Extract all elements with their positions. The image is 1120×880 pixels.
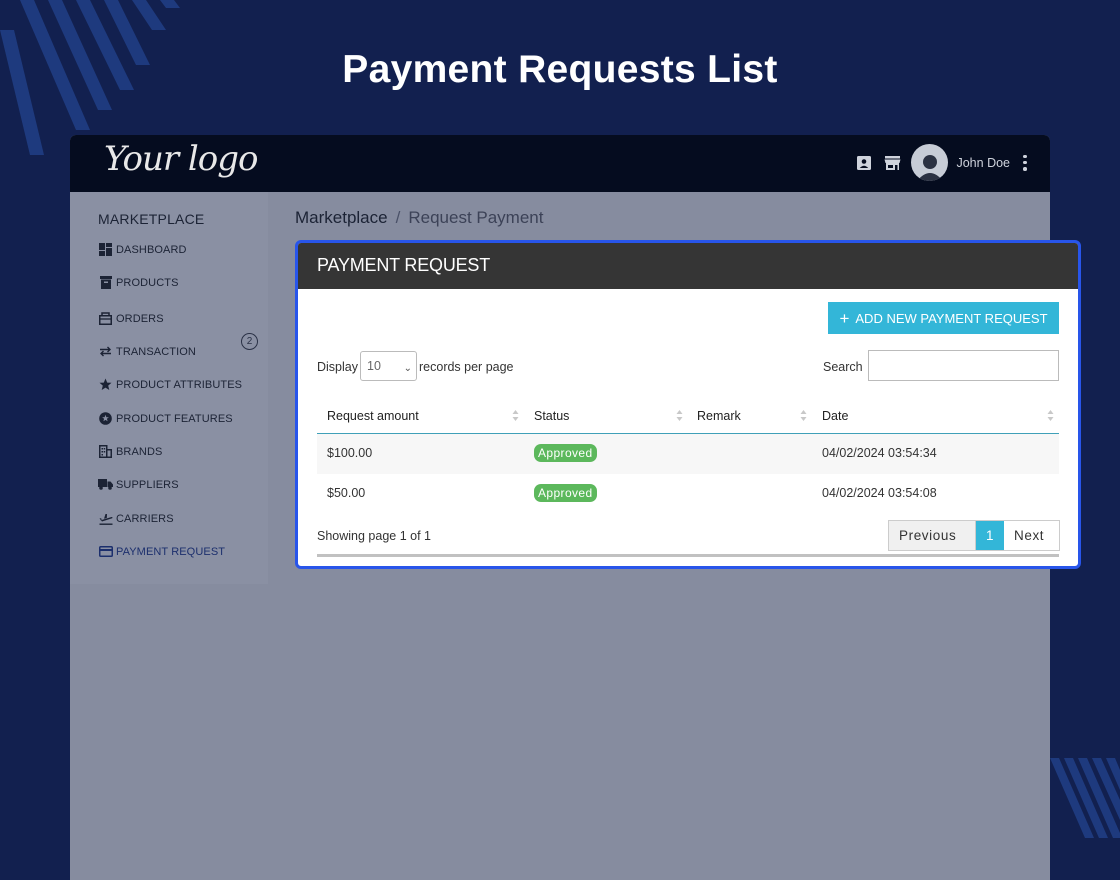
- star-circle-icon: [98, 412, 113, 425]
- sort-icon[interactable]: [800, 409, 807, 422]
- breadcrumb-root[interactable]: Marketplace: [295, 208, 388, 227]
- sidebar-item-transaction[interactable]: TRANSACTION: [98, 345, 196, 358]
- column-header-date[interactable]: Date: [822, 409, 848, 423]
- sort-icon[interactable]: [1047, 409, 1054, 422]
- page-title: Payment Requests List: [342, 48, 778, 91]
- decorative-stripes: [1050, 758, 1120, 838]
- sidebar-item-products[interactable]: PRODUCTS: [98, 276, 179, 289]
- orders-icon: [98, 312, 113, 325]
- column-header-remark[interactable]: Remark: [697, 409, 741, 423]
- add-button-label: ADD NEW PAYMENT REQUEST: [855, 310, 1048, 326]
- sidebar-item-carriers[interactable]: CARRIERS: [98, 512, 174, 525]
- table-info: Showing page 1 of 1: [317, 529, 431, 543]
- sidebar-item-dashboard[interactable]: DASHBOARD: [98, 243, 187, 256]
- date-cell: 04/02/2024 03:54:08: [822, 486, 937, 500]
- amount-cell: $100.00: [327, 446, 373, 460]
- breadcrumb-separator: /: [395, 208, 401, 227]
- column-header-request-amount[interactable]: Request amount: [327, 409, 419, 423]
- page-length-value: 10: [367, 359, 381, 373]
- breadcrumb-current: Request Payment: [408, 208, 544, 227]
- display-label: Display: [317, 360, 358, 374]
- swap-arrows-icon: [98, 345, 113, 358]
- sidebar-item-orders[interactable]: ORDERS: [98, 312, 164, 325]
- payment-request-panel: PAYMENT REQUEST + ADD NEW PAYMENT REQUES…: [295, 240, 1081, 569]
- status-badge: Approved: [534, 484, 597, 502]
- sidebar-item-label: BRANDS: [116, 445, 163, 458]
- truck-icon: [98, 478, 113, 491]
- sidebar-item-suppliers[interactable]: SUPPLIERS: [98, 478, 179, 491]
- sidebar-item-label: ORDERS: [116, 312, 164, 325]
- table-header: Request amount Status Remark Date: [317, 397, 1059, 434]
- sidebar-item-product-features[interactable]: PRODUCT FEATURES: [98, 412, 233, 425]
- search-input[interactable]: [868, 350, 1059, 381]
- building-icon: [98, 445, 113, 458]
- horizontal-scrollbar[interactable]: [317, 554, 1059, 557]
- page-1-button[interactable]: 1: [976, 521, 1004, 550]
- credit-card-icon: [98, 545, 113, 558]
- sidebar-item-payment-request[interactable]: PAYMENT REQUEST: [98, 545, 225, 558]
- more-menu-icon[interactable]: [1022, 154, 1028, 171]
- avatar[interactable]: [911, 144, 949, 181]
- sidebar-title: MARKETPLACE: [98, 211, 205, 227]
- sidebar-item-label: PRODUCTS: [116, 276, 179, 289]
- previous-page-button[interactable]: Previous: [889, 521, 976, 550]
- sidebar-item-label: DASHBOARD: [116, 243, 187, 256]
- top-navbar: Your logo John Doe: [70, 135, 1050, 192]
- status-badge: Approved: [534, 444, 597, 462]
- sort-icon[interactable]: [512, 409, 519, 422]
- plus-icon: +: [839, 308, 850, 328]
- store-icon[interactable]: [883, 154, 901, 172]
- sidebar-item-label: CARRIERS: [116, 512, 174, 525]
- column-header-status[interactable]: Status: [534, 409, 569, 423]
- products-count-badge: 2: [241, 333, 258, 350]
- user-name[interactable]: John Doe: [956, 156, 1010, 170]
- date-cell: 04/02/2024 03:54:34: [822, 446, 937, 460]
- amount-cell: $50.00: [327, 486, 366, 500]
- dashboard-icon: [98, 243, 113, 256]
- panel-heading: PAYMENT REQUEST: [298, 243, 1078, 289]
- sidebar-item-product-attributes[interactable]: PRODUCT ATTRIBUTES: [98, 378, 242, 391]
- chevron-down-icon: ⌄: [403, 363, 412, 374]
- pagination: Previous 1 Next: [888, 520, 1060, 551]
- add-payment-request-button[interactable]: + ADD NEW PAYMENT REQUEST: [828, 302, 1059, 334]
- contact-card-icon[interactable]: [855, 154, 873, 172]
- star-icon: [98, 378, 113, 391]
- table-row[interactable]: $100.00 Approved 04/02/2024 03:54:34: [317, 434, 1059, 474]
- search-label: Search: [823, 360, 863, 374]
- product-box-icon: [98, 276, 113, 289]
- page-length-select[interactable]: 10 ⌄: [360, 351, 417, 381]
- sidebar-item-label: SUPPLIERS: [116, 478, 179, 491]
- payment-requests-table: Request amount Status Remark Date $100.0…: [317, 397, 1059, 514]
- sort-icon[interactable]: [676, 409, 683, 422]
- sidebar-item-label: PRODUCT ATTRIBUTES: [116, 378, 243, 391]
- plane-icon: [98, 512, 113, 525]
- sidebar-item-brands[interactable]: BRANDS: [98, 445, 162, 458]
- breadcrumb: Marketplace / Request Payment: [295, 208, 543, 228]
- sidebar: MARKETPLACE DASHBOARD PRODUCTS 2 ORDERS …: [70, 192, 268, 584]
- logo[interactable]: Your logo: [104, 139, 258, 179]
- next-page-button[interactable]: Next: [1004, 521, 1059, 550]
- sidebar-item-label: PAYMENT REQUEST: [116, 545, 226, 558]
- table-row[interactable]: $50.00 Approved 04/02/2024 03:54:08: [317, 474, 1059, 514]
- sidebar-item-label: PRODUCT FEATURES: [116, 412, 233, 425]
- records-per-page-label: records per page: [419, 360, 514, 374]
- sidebar-item-label: TRANSACTION: [116, 345, 196, 358]
